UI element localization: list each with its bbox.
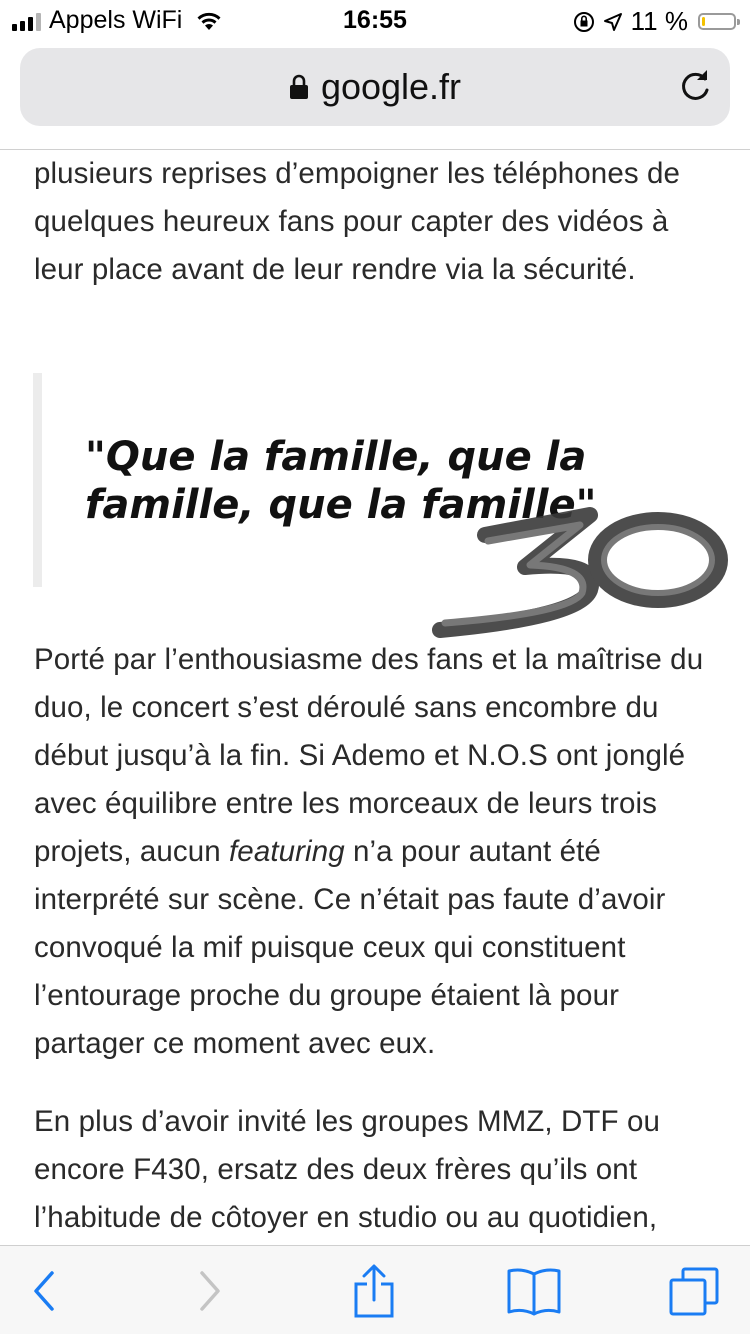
status-bar: Appels WiFi 16:55 11 % [0, 0, 750, 40]
quote-bar [33, 373, 42, 587]
address-center: google.fr [20, 48, 730, 126]
orientation-lock-icon [573, 11, 594, 32]
article-body: Porté par l’enthousiasme des fans et la … [34, 636, 724, 1242]
battery-level [702, 17, 705, 26]
tabs-button[interactable] [664, 1264, 724, 1318]
bookmarks-button[interactable] [504, 1264, 564, 1318]
article-top: plusieurs reprises d’empoigner les télép… [34, 150, 724, 294]
address-bar[interactable]: google.fr [20, 48, 730, 126]
reload-icon[interactable] [678, 68, 712, 104]
paragraph-guests: En plus d’avoir invité les groupes MMZ, … [34, 1105, 660, 1234]
paragraph-concert-part2: n’a pour autant été interprété sur scène… [34, 835, 666, 1060]
handwritten-30-overlay: 30 [432, 507, 728, 638]
battery-icon [698, 13, 740, 30]
browser-header: google.fr [0, 40, 750, 150]
location-icon [603, 12, 622, 31]
forward-button[interactable] [180, 1264, 240, 1318]
battery-percent: 11 % [630, 6, 688, 36]
featuring-emphasis: featuring [229, 835, 345, 868]
forward-icon [200, 1271, 220, 1311]
paragraph-concert: Porté par l’enthousiasme des fans et la … [34, 636, 724, 1068]
lock-icon [289, 74, 308, 99]
status-right: 11 % [573, 6, 740, 37]
url-text[interactable]: google.fr [321, 66, 461, 108]
share-icon [354, 1264, 394, 1318]
bottom-toolbar [0, 1245, 750, 1334]
back-button[interactable] [14, 1264, 74, 1318]
paragraph-intro: plusieurs reprises d’empoigner les télép… [34, 157, 680, 286]
tabs-icon [669, 1267, 719, 1316]
back-icon [34, 1271, 54, 1311]
bookmarks-icon [507, 1268, 561, 1316]
share-button[interactable] [344, 1264, 404, 1318]
